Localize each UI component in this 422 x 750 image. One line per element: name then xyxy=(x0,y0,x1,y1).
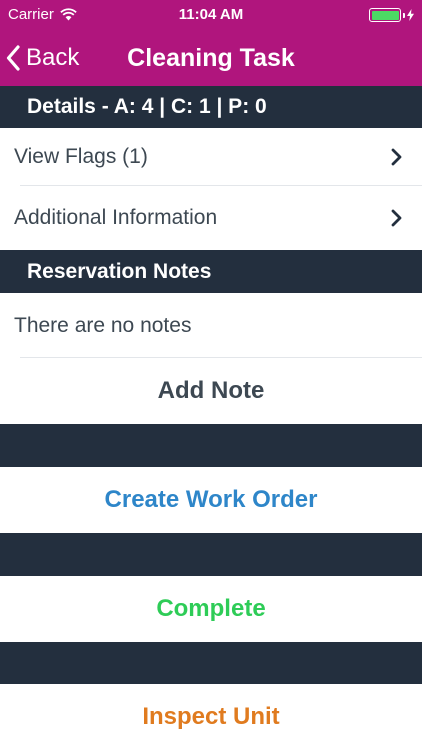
charging-bolt-icon xyxy=(407,9,414,21)
notes-empty-row: There are no notes xyxy=(0,293,422,358)
notes-empty-text: There are no notes xyxy=(14,313,192,337)
chevron-right-icon xyxy=(391,148,402,166)
details-header: Details - A: 4 | C: 1 | P: 0 xyxy=(0,86,422,128)
reservation-notes-header: Reservation Notes xyxy=(0,250,422,293)
chevron-right-icon xyxy=(391,209,402,227)
navigation-bar: Back Cleaning Task xyxy=(0,30,422,86)
complete-button[interactable]: Complete xyxy=(0,576,422,642)
inspect-unit-button[interactable]: Inspect Unit xyxy=(0,684,422,750)
battery-icon xyxy=(369,8,414,22)
status-time: 11:04 AM xyxy=(178,6,244,23)
add-note-button[interactable]: Add Note xyxy=(0,358,422,424)
view-flags-label: View Flags (1) xyxy=(14,145,148,168)
additional-information-label: Additional Information xyxy=(14,206,218,229)
additional-information-row[interactable]: Additional Information xyxy=(0,186,422,250)
create-work-order-button[interactable]: Create Work Order xyxy=(0,467,422,533)
page-title: Cleaning Task xyxy=(127,44,295,72)
status-bar: Carrier 11:04 AM xyxy=(0,0,422,30)
view-flags-row[interactable]: View Flags (1) xyxy=(0,128,422,186)
